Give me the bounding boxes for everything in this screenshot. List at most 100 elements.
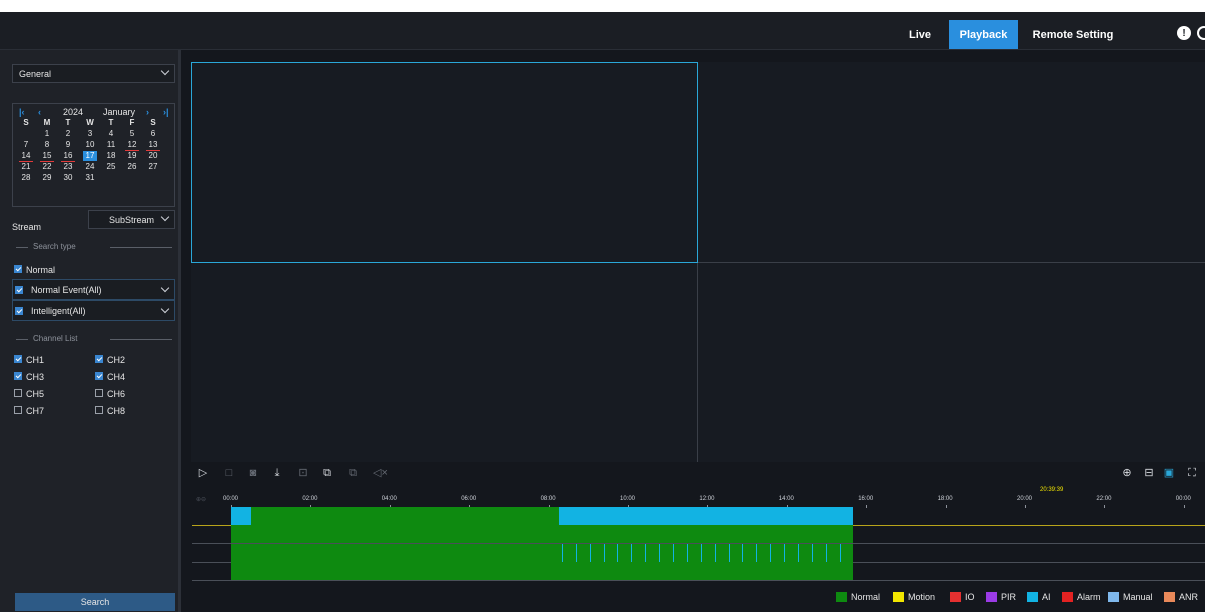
timeline-segment-ai[interactable] [231,507,251,525]
timeline-hour-label: 16:00 [858,496,874,502]
video-pane-selected[interactable] [191,62,698,263]
calendar-day[interactable]: 13 [146,140,160,151]
calendar-day[interactable]: 31 [83,173,97,183]
nav-remote-setting[interactable]: Remote Setting [1028,20,1118,49]
top-nav-bar: Live Playback Remote Setting ! [0,12,1205,50]
prev-month-icon[interactable]: ‹ [38,107,41,117]
nav-live[interactable]: Live [900,20,940,49]
calendar-day[interactable]: 8 [40,140,54,150]
legend-item-pir: PIR [986,592,1016,602]
calendar-day[interactable]: 5 [125,129,139,139]
calendar-day[interactable]: 6 [146,129,160,139]
legend-item-io: IO [950,592,975,602]
download-icon[interactable]: ⤓ [271,467,283,479]
timeline-segment-normal[interactable] [231,525,853,543]
zoom-in-icon[interactable]: ⊕ [1121,467,1133,479]
layout-icon[interactable]: ⊟ [1143,467,1155,479]
calendar-day[interactable]: 14 [19,151,33,162]
backup-icon[interactable]: ⧉ [321,467,333,479]
calendar-day[interactable]: 9 [61,140,75,150]
timeline-segment-normal[interactable] [231,562,853,580]
channel-checkbox-ch3[interactable] [14,372,22,380]
intelligent-select[interactable]: Intelligent(All) [12,300,175,321]
timeline-segment-ai-burst [770,544,772,562]
calendar-day[interactable]: 17 [83,151,97,161]
calendar-day[interactable]: 27 [146,162,160,172]
channel-checkbox-ch6[interactable] [95,389,103,397]
timeline-segment-ai-burst [617,544,619,562]
timeline-hour-label: 12:00 [699,496,715,502]
calendar-day[interactable]: 1 [40,129,54,139]
calendar-day[interactable]: 30 [61,173,75,183]
normal-checkbox[interactable] [14,265,22,273]
calendar-day[interactable]: 2 [61,129,75,139]
timeline-segment-ai-burst [589,544,591,562]
calendar-day[interactable]: 22 [40,162,54,172]
search-button[interactable]: Search [15,593,175,611]
mute-icon[interactable]: ◁× [373,467,388,479]
channel-checkbox-ch4[interactable] [95,372,103,380]
calendar-day[interactable]: 11 [104,140,118,150]
timeline-tick [1025,505,1026,508]
stream-label: Stream [12,222,42,232]
intelligent-checkbox[interactable] [15,307,23,315]
power-icon[interactable] [1197,26,1205,40]
channel-checkbox-ch2[interactable] [95,355,103,363]
calendar-day[interactable]: 29 [40,173,54,183]
calendar-day[interactable]: 15 [40,151,54,162]
calendar-day[interactable]: 21 [19,162,33,172]
timeline-hour-label: 22:00 [1096,496,1112,502]
stop-icon[interactable]: □ [223,467,235,479]
stream-select[interactable]: SubStream [88,210,175,229]
nav-playback[interactable]: Playback [949,20,1018,49]
timeline-zoom-icon[interactable]: ⊕⊖ [196,496,206,503]
calendar-day[interactable]: 28 [19,173,33,183]
alert-icon[interactable]: ! [1177,26,1191,40]
normal-event-checkbox[interactable] [15,286,23,294]
channel-checkbox-ch1[interactable] [14,355,22,363]
snapshot-icon[interactable]: ◙ [247,467,259,479]
channel-checkbox-ch8[interactable] [95,406,103,414]
calendar-day[interactable]: 26 [125,162,139,172]
channel-checkbox-ch5[interactable] [14,389,22,397]
next-month-icon[interactable]: › [146,107,149,117]
normal-event-select[interactable]: Normal Event(All) [12,279,175,300]
play-icon[interactable]: ▷ [197,467,209,479]
multi-backup-icon[interactable]: ⧉ [347,467,359,479]
calendar-day[interactable]: 4 [104,129,118,139]
first-month-icon[interactable]: |‹ [19,107,25,117]
timeline-segment-ai-burst [839,544,841,562]
timeline-segment-ai-burst [603,544,605,562]
calendar-day[interactable]: 12 [125,140,139,151]
channel-checkbox-ch7[interactable] [14,406,22,414]
clip-icon[interactable]: ⊡ [297,467,309,479]
calendar-day[interactable]: 20 [146,151,160,161]
channel-label: CH6 [107,389,126,399]
calendar-day[interactable]: 24 [83,162,97,172]
timeline-segment-ai-burst [700,544,702,562]
calendar-day[interactable]: 19 [125,151,139,161]
timeline-segment-ai-burst [784,544,786,562]
calendar-day[interactable]: 16 [61,151,75,162]
single-view-icon[interactable]: ▣ [1163,467,1175,479]
calendar-month: January [103,107,136,117]
fullscreen-icon[interactable]: ⛶ [1186,467,1198,479]
timeline-hour-label: 00:00 [223,496,239,502]
calendar-day[interactable]: 3 [83,129,97,139]
legend-label: Manual [1123,592,1153,602]
timeline-segment-ai-burst [645,544,647,562]
timeline-segment-ai-burst [631,544,633,562]
calendar-day[interactable]: 25 [104,162,118,172]
timeline-segment-ai[interactable] [558,507,853,525]
timeline-segment-normal[interactable] [231,544,853,562]
search-sidebar: General |‹ ‹ 2024 January › ›| SMTWTFS12… [0,50,181,612]
calendar-day[interactable]: 10 [83,140,97,150]
calendar-day[interactable]: 18 [104,151,118,161]
last-month-icon[interactable]: ›| [163,107,169,117]
calendar-day[interactable]: 23 [61,162,75,172]
timeline-segment-normal[interactable] [250,507,559,525]
mode-select[interactable]: General [12,64,175,83]
calendar-weekday: S [23,118,29,127]
timeline-segment-ai-burst [811,544,813,562]
calendar-day[interactable]: 7 [19,140,33,150]
